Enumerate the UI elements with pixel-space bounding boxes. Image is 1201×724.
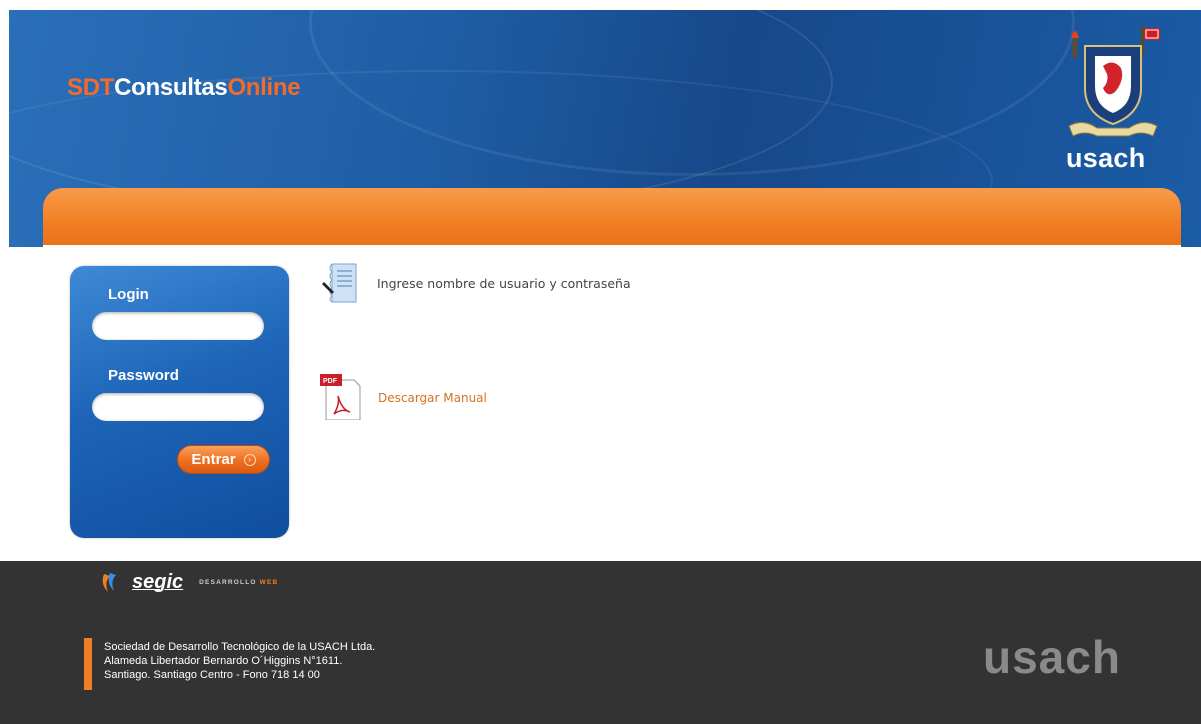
- site-title-part: Online: [227, 74, 301, 101]
- usach-logo: usach: [1066, 143, 1146, 173]
- segic-tagline-web: WEB: [259, 578, 279, 586]
- site-title-part: Consultas: [114, 74, 228, 101]
- arrow-circle-icon: ›: [243, 453, 256, 466]
- footer-accent-bar: [84, 638, 92, 690]
- password-label: Password: [108, 367, 179, 384]
- footer-address: Sociedad de Desarrollo Tecnológico de la…: [104, 640, 375, 682]
- login-panel: Login Password Entrar ›: [70, 266, 289, 538]
- address-line: Santiago. Santiago Centro - Fono 718 14 …: [104, 669, 320, 681]
- entrar-button[interactable]: Entrar ›: [177, 445, 270, 474]
- login-input[interactable]: [92, 312, 264, 340]
- orange-banner: [43, 188, 1181, 248]
- segic-tagline-text: DESARROLLO: [199, 578, 257, 586]
- segic-name: segic: [132, 570, 184, 593]
- footer-usach-logo: usach: [983, 631, 1121, 683]
- login-instruction: Ingrese nombre de usuario y contraseña: [377, 276, 631, 291]
- segic-swirl-icon: [102, 573, 116, 592]
- site-title-part: SDT: [67, 74, 115, 101]
- login-label: Login: [108, 286, 149, 303]
- university-crest-icon: [1068, 26, 1160, 137]
- svg-text:PDF: PDF: [323, 378, 338, 385]
- segic-tagline: DESARROLLO WEB: [199, 579, 278, 586]
- segic-logo: segic DESARROLLO WEB: [100, 570, 278, 594]
- download-manual-link[interactable]: Descargar Manual: [378, 391, 487, 405]
- pdf-icon[interactable]: PDF: [320, 374, 362, 420]
- password-input[interactable]: [92, 393, 264, 421]
- site-title: SDTConsultasOnline: [67, 74, 301, 102]
- address-line: Alameda Libertador Bernardo O´Higgins N°…: [104, 655, 343, 667]
- document-pen-icon: [322, 263, 357, 303]
- entrar-button-label: Entrar: [191, 451, 236, 468]
- address-line: Sociedad de Desarrollo Tecnológico de la…: [104, 641, 376, 653]
